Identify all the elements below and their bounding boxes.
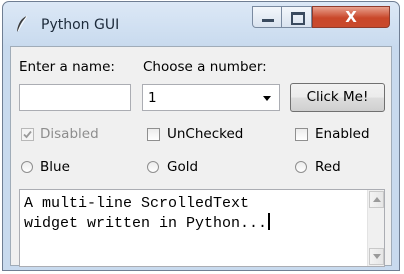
disabled-checkbox-label: Disabled <box>40 126 99 142</box>
red-radio[interactable] <box>295 161 307 173</box>
unchecked-checkbox-label: UnChecked <box>167 126 244 142</box>
scrolled-text[interactable]: A multi-line ScrolledText widget written… <box>19 189 385 267</box>
arrow-up-icon <box>373 197 381 202</box>
app-window: Python GUI X Enter a name: Choose a numb… <box>2 1 400 271</box>
gold-radio[interactable] <box>147 161 159 173</box>
close-button[interactable]: X <box>312 6 390 28</box>
gold-radio-label: Gold <box>167 159 199 175</box>
name-label: Enter a name: <box>19 59 115 75</box>
number-combobox-value: 1 <box>148 90 157 106</box>
text-caret <box>268 213 271 230</box>
disabled-checkbox[interactable] <box>21 128 34 141</box>
title-bar[interactable]: Python GUI X <box>3 2 399 44</box>
minimize-button[interactable] <box>252 6 282 28</box>
client-area: Enter a name: Choose a number: 1 Click M… <box>10 46 392 267</box>
enabled-checkbox-label: Enabled <box>315 126 370 142</box>
window-title: Python GUI <box>41 17 120 33</box>
vertical-scrollbar[interactable] <box>367 190 384 266</box>
blue-radio[interactable] <box>21 161 33 173</box>
arrow-down-icon <box>373 254 381 259</box>
checkmark-icon <box>23 130 32 139</box>
red-radio-label: Red <box>315 159 341 175</box>
blue-radio-label: Blue <box>40 159 70 175</box>
scrolled-text-value: A multi-line ScrolledText widget written… <box>24 195 268 232</box>
scroll-up-button[interactable] <box>369 191 384 208</box>
number-combobox[interactable]: 1 <box>142 84 280 111</box>
number-label: Choose a number: <box>143 59 267 75</box>
close-icon: X <box>345 8 357 26</box>
chevron-down-icon[interactable] <box>263 96 271 101</box>
feather-icon <box>17 15 28 32</box>
name-input[interactable] <box>19 84 131 111</box>
enabled-checkbox[interactable] <box>295 128 308 141</box>
scroll-down-button[interactable] <box>369 248 384 265</box>
maximize-button[interactable] <box>282 6 312 28</box>
unchecked-checkbox[interactable] <box>147 128 160 141</box>
scrolled-text-content[interactable]: A multi-line ScrolledText widget written… <box>24 194 354 233</box>
click-me-button[interactable]: Click Me! <box>290 83 385 112</box>
